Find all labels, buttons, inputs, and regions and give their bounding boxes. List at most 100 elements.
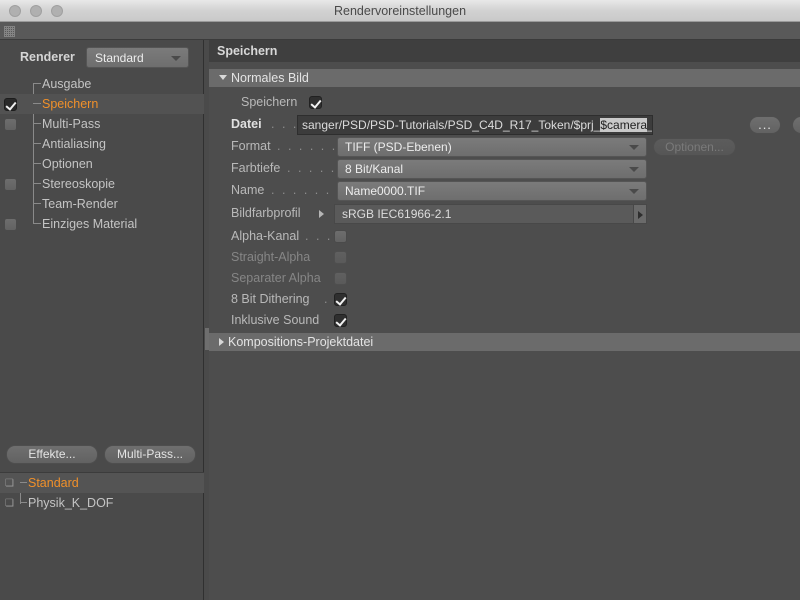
datei-value-after: _$take_$rs [647, 118, 652, 132]
label-dots: . [324, 292, 330, 306]
effect-item-standard[interactable]: ❏ Standard [0, 473, 204, 493]
label-straight-alpha: Straight-Alpha [231, 250, 311, 264]
multi-pass-button[interactable]: Multi-Pass... [104, 445, 196, 464]
tree-stem [33, 83, 41, 84]
label-alpha-kanal: Alpha-Kanal [231, 229, 300, 243]
format-dropdown-value: TIFF (PSD-Ebenen) [345, 140, 452, 154]
label-speichern: Speichern [241, 95, 298, 109]
label-name: Name [231, 183, 265, 197]
sidebar-item-label: Speichern [42, 97, 99, 111]
sidebar-item-team-render[interactable]: Team-Render [0, 194, 204, 214]
datei-browse-button[interactable]: ... [749, 116, 781, 134]
row-separater-alpha: Separater Alpha [209, 268, 800, 291]
effect-item-label: Physik_K_DOF [28, 496, 114, 510]
checkbox-alpha-kanal[interactable] [334, 230, 347, 243]
triangle-right-icon[interactable] [319, 210, 324, 218]
sidebar-item-antialiasing[interactable]: Antialiasing [0, 134, 204, 154]
group-header-normales-bild[interactable]: Normales Bild [209, 69, 800, 87]
sidebar-item-label: Team-Render [42, 197, 118, 211]
checkbox-speichern[interactable] [309, 96, 322, 109]
renderer-label: Renderer [20, 50, 75, 64]
row-farbtiefe: Farbtiefe . . . . . . 8 Bit/Kanal [209, 158, 800, 181]
effect-item-physik-k-dof[interactable]: ❏ Physik_K_DOF [0, 493, 204, 513]
sidebar-item-label: Multi-Pass [42, 117, 101, 131]
row-format: Format . . . . . . . . TIFF (PSD-Ebenen)… [209, 136, 800, 159]
page-title: Speichern [209, 40, 800, 62]
group-header-kompositions-projektdatei[interactable]: Kompositions-Projektdatei [209, 333, 800, 351]
sidebar-item-speichern[interactable]: Speichern [0, 94, 204, 114]
drag-grip-icon[interactable] [4, 26, 15, 37]
window-title: Rendervoreinstellungen [333, 4, 467, 18]
name-dropdown[interactable]: Name0000.TIF [337, 181, 647, 201]
row-bildfarbprofil: Bildfarbprofil sRGB IEC61966-2.1 [209, 203, 800, 226]
chevron-right-icon[interactable] [633, 205, 646, 223]
sidebar-item-optionen[interactable]: Optionen [0, 154, 204, 174]
row-speichern: Speichern [209, 92, 800, 115]
farbtiefe-dropdown-value: 8 Bit/Kanal [345, 162, 404, 176]
checkbox-inklusive-sound[interactable] [334, 314, 347, 327]
label-datei: Datei [231, 117, 262, 131]
sidebar-item-label: Einziges Material [42, 217, 138, 231]
toolbar-strip [0, 22, 800, 40]
effekte-button[interactable]: Effekte... [6, 445, 98, 464]
effect-node-icon: ❏ [5, 478, 14, 489]
row-name: Name . . . . . . . . . Name0000.TIF [209, 180, 800, 203]
label-inklusive-sound: Inklusive Sound [231, 313, 320, 327]
tree-stem [33, 223, 41, 224]
row-8-bit-dithering: 8 Bit Dithering . [209, 289, 800, 312]
format-options-button[interactable]: Optionen... [653, 138, 736, 156]
label-farbtiefe: Farbtiefe [231, 161, 281, 175]
sidebar-item-stereoskopie[interactable]: Stereoskopie [0, 174, 204, 194]
sidebar-checkbox-multi-pass[interactable] [4, 118, 17, 131]
sidebar-item-multi-pass[interactable]: Multi-Pass [0, 114, 204, 134]
datei-extra-button[interactable] [792, 116, 800, 134]
datei-value-before: sanger/PSD/PSD-Tutorials/PSD_C4D_R17_Tok… [302, 118, 601, 132]
label-separater-alpha: Separater Alpha [231, 271, 321, 285]
format-dropdown[interactable]: TIFF (PSD-Ebenen) [337, 137, 647, 157]
label-format: Format [231, 139, 271, 153]
label-bildfarbprofil: Bildfarbprofil [231, 206, 301, 220]
sidebar-item-label: Ausgabe [42, 77, 92, 91]
tree-stem [33, 183, 41, 184]
farbtiefe-dropdown[interactable]: 8 Bit/Kanal [337, 159, 647, 179]
chevron-down-icon [629, 189, 639, 194]
group-header-label: Kompositions-Projektdatei [228, 335, 374, 349]
bildfarbprofil-field[interactable]: sRGB IEC61966-2.1 [334, 204, 647, 224]
sidebar-checkbox-speichern[interactable] [4, 98, 17, 111]
left-panel: Renderer Standard Ausgabe Speichern Mult… [0, 40, 204, 600]
sidebar-checkbox-stereoskopie[interactable] [4, 178, 17, 191]
triangle-down-icon [219, 75, 227, 81]
label-8-bit-dithering: 8 Bit Dithering [231, 292, 310, 306]
tree-stem [33, 143, 41, 144]
checkbox-straight-alpha [334, 251, 347, 264]
sidebar-checkbox-einziges-material[interactable] [4, 218, 17, 231]
chevron-down-icon [629, 167, 639, 172]
row-alpha-kanal: Alpha-Kanal . . . [209, 226, 800, 249]
bildfarbprofil-value: sRGB IEC61966-2.1 [342, 207, 452, 221]
checkbox-8-bit-dithering[interactable] [334, 293, 347, 306]
label-dots: . . . [305, 229, 333, 243]
renderer-dropdown[interactable]: Standard [86, 47, 189, 68]
panel-splitter[interactable] [205, 40, 208, 600]
tree-stem [33, 123, 41, 124]
tree-stem [33, 163, 41, 164]
sidebar-item-einziges-material[interactable]: Einziges Material [0, 214, 204, 234]
datei-value-selected: $camera [600, 118, 648, 132]
row-datei: Datei . . . . sanger/PSD/PSD-Tutorials/P… [209, 114, 800, 137]
row-straight-alpha: Straight-Alpha [209, 247, 800, 270]
render-settings-window: Rendervoreinstellungen Renderer Standard… [0, 0, 800, 600]
chevron-down-icon [629, 145, 639, 150]
renderer-row: Renderer Standard [0, 46, 204, 70]
row-inklusive-sound: Inklusive Sound [209, 310, 800, 333]
sidebar-item-ausgabe[interactable]: Ausgabe [0, 74, 204, 94]
triangle-right-icon [219, 337, 224, 346]
tree-stem [33, 103, 41, 104]
tree-stem [20, 502, 27, 503]
right-panel: Speichern Normales Bild Speichern Datei … [209, 40, 800, 600]
settings-tree: Ausgabe Speichern Multi-Pass Antialiasin… [0, 74, 204, 234]
datei-input[interactable]: sanger/PSD/PSD-Tutorials/PSD_C4D_R17_Tok… [297, 115, 653, 135]
tree-stem [20, 482, 27, 483]
renderer-dropdown-value: Standard [95, 51, 144, 65]
sidebar-item-label: Antialiasing [42, 137, 106, 151]
name-dropdown-value: Name0000.TIF [345, 184, 426, 198]
